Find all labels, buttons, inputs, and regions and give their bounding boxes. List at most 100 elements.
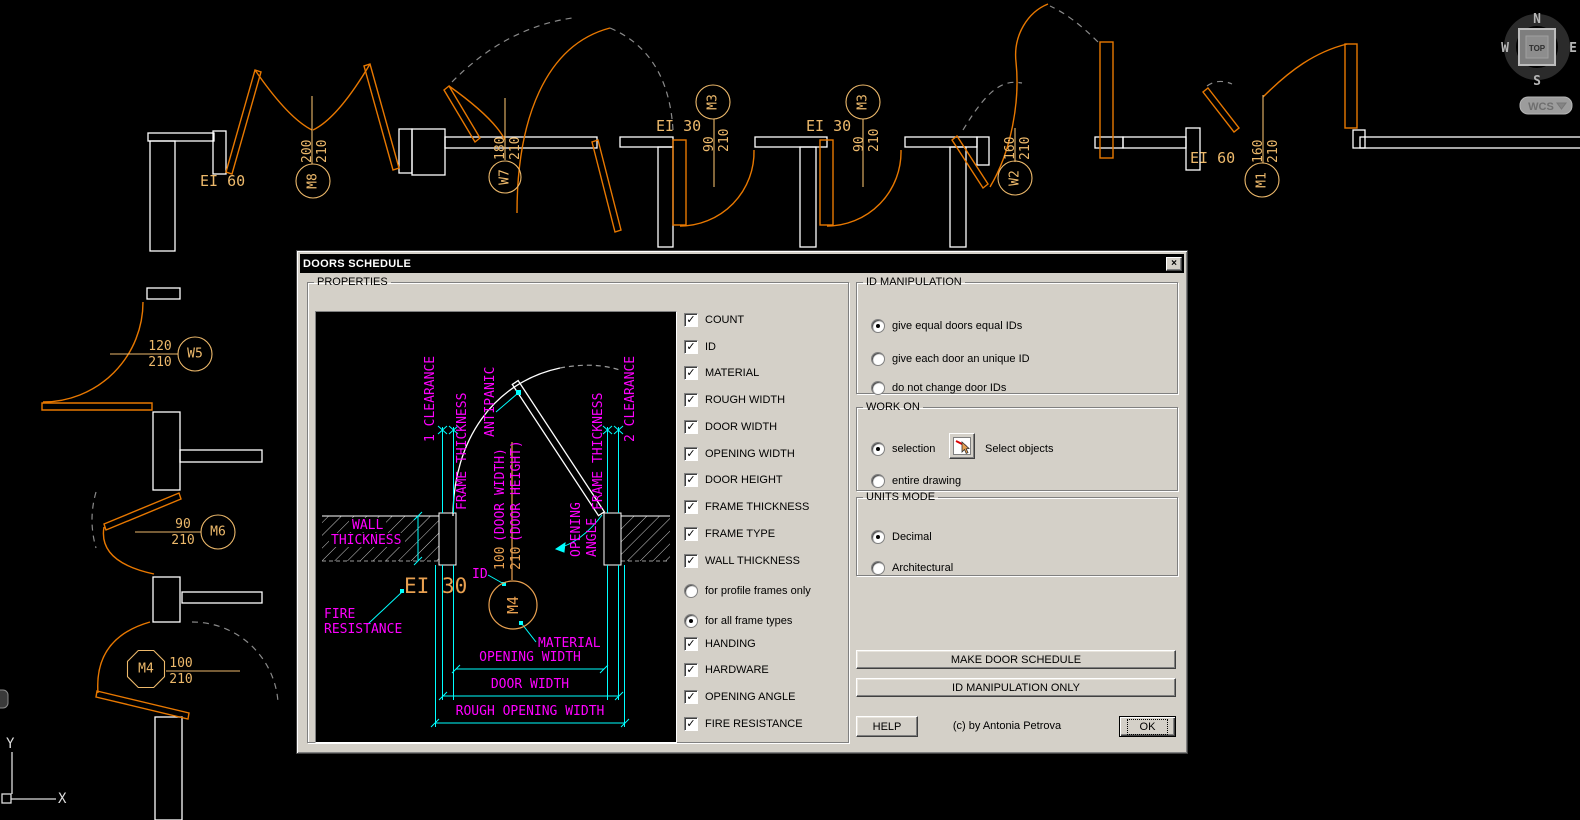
svg-text:2 CLEARANCE: 2 CLEARANCE [623, 356, 638, 442]
checkbox-fire-resistance[interactable]: ✓ FIRE RESISTANCE [684, 717, 803, 731]
close-icon: × [1171, 257, 1177, 269]
checkbox-opening-width[interactable]: ✓ OPENING WIDTH [684, 447, 795, 461]
svg-text:210: 210 [148, 355, 171, 370]
svg-text:(DOOR WIDTH): (DOOR WIDTH) [493, 448, 508, 542]
properties-group-label: PROPERTIES [317, 276, 388, 288]
viewcube-south: S [1533, 74, 1541, 89]
ucs-y-label: Y [6, 736, 15, 752]
radio-icon [871, 442, 885, 456]
radio-icon [871, 530, 885, 544]
checkbox-icon: ✓ [684, 473, 698, 487]
viewcube-east: E [1569, 41, 1577, 56]
svg-text:M3: M3 [706, 94, 721, 110]
id-manipulation-only-button[interactable]: ID MANIPULATION ONLY [856, 678, 1176, 697]
wcs-label: WCS [1528, 101, 1554, 113]
radio-selection[interactable]: selection [871, 442, 935, 456]
svg-text:M4: M4 [504, 596, 522, 614]
checkbox-icon: ✓ [684, 690, 698, 704]
svg-text:160: 160 [1003, 137, 1018, 160]
svg-text:210: 210 [171, 533, 194, 548]
checkbox-id[interactable]: ✓ ID [684, 340, 716, 354]
svg-text:ANGLE: ANGLE [585, 518, 600, 557]
radio-decimal[interactable]: Decimal [871, 530, 932, 544]
checkbox-icon: ✓ [684, 366, 698, 380]
svg-text:100: 100 [169, 656, 192, 671]
checkbox-rough-width[interactable]: ✓ ROUGH WIDTH [684, 393, 785, 407]
svg-text:M6: M6 [210, 525, 226, 540]
radio-icon [871, 319, 885, 333]
select-objects-label: Select objects [985, 443, 1054, 455]
svg-text:EI 30: EI 30 [404, 574, 467, 598]
svg-text:DOOR WIDTH: DOOR WIDTH [491, 677, 569, 692]
checkbox-door-height[interactable]: ✓ DOOR HEIGHT [684, 473, 783, 487]
svg-text:90: 90 [702, 136, 717, 152]
svg-text:160: 160 [1251, 140, 1266, 163]
checkbox-opening-angle[interactable]: ✓ OPENING ANGLE [684, 690, 795, 704]
svg-text:FRAME THICKNESS: FRAME THICKNESS [591, 393, 606, 510]
svg-text:210: 210 [315, 140, 330, 163]
svg-text:1 CLEARANCE: 1 CLEARANCE [423, 356, 438, 442]
radio-do-not-change-ids[interactable]: do not change door IDs [871, 381, 1006, 395]
checkbox-hardware[interactable]: ✓ HARDWARE [684, 663, 769, 677]
nav-control-partial[interactable] [0, 689, 9, 709]
units-mode-group-label: UNITS MODE [866, 491, 936, 503]
svg-text:EI 60: EI 60 [1190, 149, 1235, 167]
checkbox-icon: ✓ [684, 554, 698, 568]
svg-text:210: 210 [509, 547, 524, 570]
ok-button[interactable]: OK [1119, 716, 1176, 737]
checkbox-frame-thickness[interactable]: ✓ FRAME THICKNESS [684, 500, 809, 514]
svg-text:ROUGH OPENING WIDTH: ROUGH OPENING WIDTH [456, 704, 605, 719]
radio-architectural[interactable]: Architectural [871, 561, 953, 575]
svg-text:100: 100 [493, 547, 508, 570]
make-door-schedule-button[interactable]: MAKE DOOR SCHEDULE [856, 650, 1176, 669]
close-button[interactable]: × [1166, 256, 1182, 271]
svg-text:EI 30: EI 30 [806, 117, 851, 135]
checkbox-wall-thickness[interactable]: ✓ WALL THICKNESS [684, 554, 800, 568]
radio-icon [684, 584, 698, 598]
svg-text:210: 210 [1018, 137, 1033, 160]
dialog-titlebar[interactable]: DOORS SCHEDULE × [300, 254, 1184, 273]
radio-profile-frames-only[interactable]: for profile frames only [684, 584, 811, 598]
svg-text:W5: W5 [187, 347, 203, 362]
checkbox-handing[interactable]: ✓ HANDING [684, 637, 756, 651]
svg-text:RESISTANCE: RESISTANCE [324, 622, 402, 637]
checkbox-material[interactable]: ✓ MATERIAL [684, 366, 759, 380]
id-manipulation-group: ID MANIPULATION give equal doors equal I… [856, 276, 1178, 395]
viewcube-north: N [1533, 12, 1541, 27]
svg-text:210: 210 [508, 137, 523, 160]
door-preview-image: 1 CLEARANCE FRAME THICKNESS ANTIPANIC (D… [315, 311, 677, 743]
svg-text:OPENING: OPENING [569, 502, 584, 557]
checkbox-icon: ✓ [684, 340, 698, 354]
checkbox-icon: ✓ [684, 527, 698, 541]
checkbox-icon: ✓ [684, 637, 698, 651]
work-on-group-label: WORK ON [866, 401, 920, 413]
checkbox-count[interactable]: ✓ COUNT [684, 313, 744, 327]
svg-text:210: 210 [1266, 140, 1281, 163]
svg-text:180: 180 [493, 137, 508, 160]
svg-text:120: 120 [148, 339, 171, 354]
wcs-dropdown[interactable]: WCS [1519, 96, 1573, 115]
checkbox-icon: ✓ [684, 663, 698, 677]
svg-text:MATERIAL: MATERIAL [538, 636, 601, 651]
work-on-group: WORK ON selection Select objects entire … [856, 401, 1178, 491]
checkbox-icon: ✓ [684, 717, 698, 731]
radio-all-frame-types[interactable]: for all frame types [684, 614, 792, 628]
svg-text:OPENING WIDTH: OPENING WIDTH [479, 650, 581, 665]
checkbox-frame-type[interactable]: ✓ FRAME TYPE [684, 527, 775, 541]
dialog-title: DOORS SCHEDULE [303, 257, 412, 270]
radio-each-door-unique-id[interactable]: give each door an unique ID [871, 352, 1030, 366]
svg-text:ANTIPANIC: ANTIPANIC [483, 367, 498, 437]
radio-equal-doors-equal-ids[interactable]: give equal doors equal IDs [871, 319, 1022, 333]
radio-entire-drawing[interactable]: entire drawing [871, 474, 961, 488]
svg-text:210: 210 [717, 129, 732, 152]
select-objects-button[interactable] [949, 433, 975, 459]
viewcube[interactable]: N W S E TOP [1501, 12, 1577, 89]
svg-text:EI 30: EI 30 [656, 117, 701, 135]
svg-text:90: 90 [852, 136, 867, 152]
svg-text:WALL: WALL [352, 518, 383, 533]
fire-rating-labels: EI 60 EI 30 EI 30 EI 60 [200, 117, 1235, 190]
viewcube-west: W [1501, 41, 1509, 56]
properties-group: PROPERTIES 1 CLEARANCE FRAME THICKNESS A… [307, 276, 849, 743]
radio-icon [871, 474, 885, 488]
checkbox-door-width[interactable]: ✓ DOOR WIDTH [684, 420, 777, 434]
